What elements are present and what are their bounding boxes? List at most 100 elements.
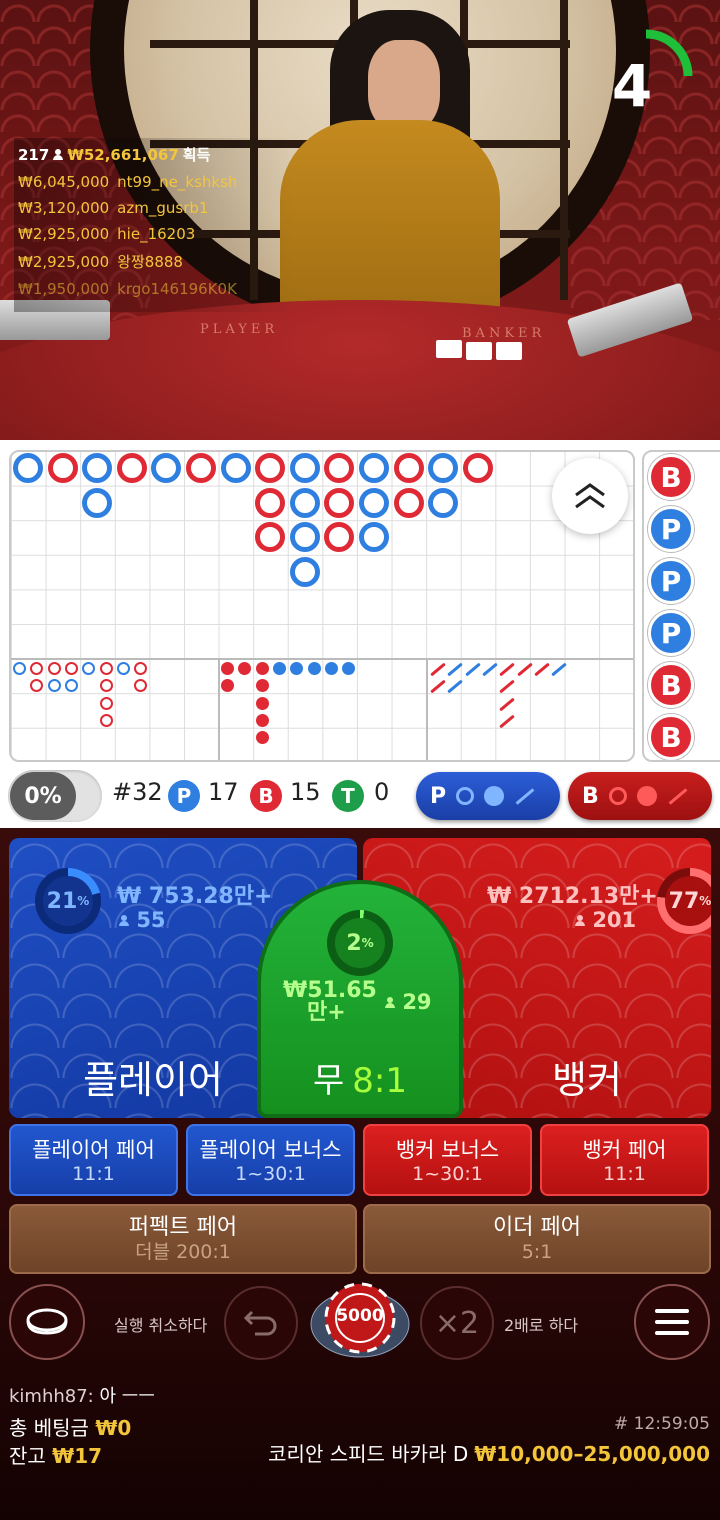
player-result-marker — [82, 453, 113, 483]
banker-result-marker — [324, 487, 355, 518]
bead-player: P — [648, 558, 694, 604]
cockroach-road-marker — [516, 662, 533, 677]
total-bet-value: ₩0 — [95, 1416, 132, 1440]
winners-header: 217 ₩52,661,067 획득 — [18, 144, 290, 165]
collapse-roads-button[interactable] — [552, 458, 628, 534]
player-result-marker — [289, 453, 320, 483]
cockroach-road-marker — [499, 714, 516, 729]
big-eye-marker — [47, 662, 61, 675]
banker-pair-label: 뱅커 페어 — [582, 1138, 667, 1162]
big-eye-marker — [99, 696, 113, 710]
banker-bonus-bet[interactable]: 뱅커 보너스 1~30:1 — [363, 1124, 532, 1196]
winner-amount: ₩3,120,000 — [18, 199, 110, 217]
player-result-marker — [289, 522, 320, 553]
banker-predict-button[interactable]: B — [568, 772, 712, 820]
player-bonus-label: 플레이어 보너스 — [199, 1138, 342, 1162]
banker-result-marker — [324, 522, 355, 553]
timer-seconds: 4 — [611, 52, 653, 120]
tie-bettors: 29 — [385, 990, 432, 1014]
player-predict-button[interactable]: P — [416, 772, 560, 820]
small-road-marker — [307, 662, 321, 675]
table-banker-label: BANKER — [462, 326, 546, 341]
undo-button[interactable] — [224, 1286, 298, 1360]
table-view-button[interactable] — [9, 1284, 85, 1360]
chip-selector[interactable]: 5000 — [310, 1282, 410, 1358]
winners-list: 217 ₩52,661,067 획득 ₩6,045,000 nt99_ne_ksh… — [14, 138, 294, 312]
either-pair-label: 이더 페어 — [493, 1215, 581, 1240]
player-count: 17 — [208, 778, 239, 806]
player-bonus-bet[interactable]: 플레이어 보너스 1~30:1 — [186, 1124, 355, 1196]
winners-suffix: 획득 — [182, 146, 211, 164]
big-eye-marker — [13, 662, 26, 675]
small-road-marker — [272, 662, 286, 675]
tie-bet-spot[interactable]: 2% ₩51.65 만+ 29 무 8:1 — [257, 880, 463, 1118]
banker-pair-bet[interactable]: 뱅커 페어 11:1 — [540, 1124, 709, 1196]
winner-row: ₩3,120,000 azm_gusrb1 — [18, 199, 290, 217]
winner-amount: ₩2,925,000 — [18, 253, 110, 271]
tie-percent-ring: 2% — [327, 910, 393, 976]
cockroach-road-marker — [430, 679, 446, 694]
cockroach-road-marker — [430, 662, 446, 677]
cockroach-road-marker — [447, 662, 464, 677]
big-eye-marker — [99, 679, 113, 693]
bead-player: P — [648, 610, 694, 656]
percent-toggle-knob: 0% — [10, 772, 76, 820]
bead-road[interactable]: BPPPBB — [642, 450, 720, 762]
percent-toggle[interactable]: 0% — [8, 770, 102, 822]
banker-result-marker — [47, 453, 78, 483]
winner-name: hie_16203 — [117, 225, 196, 243]
hamburger-menu-icon — [655, 1309, 689, 1335]
control-bar: 실행 취소하다 5000 ×2 2배로 하다 — [0, 1282, 720, 1366]
big-eye-marker — [82, 662, 96, 675]
banker-result-marker — [324, 453, 355, 483]
either-pair-bet[interactable]: 이더 페어 5:1 — [363, 1204, 711, 1274]
perfect-pair-bet[interactable]: 퍼펙트 페어 더블 200:1 — [9, 1204, 357, 1274]
bead-banker: B — [648, 454, 694, 500]
cockroach-road-marker — [499, 697, 516, 712]
banker-bonus-odds: 1~30:1 — [412, 1163, 483, 1185]
balance: 잔고 ₩17 — [9, 1444, 103, 1468]
player-pair-bet[interactable]: 플레이어 페어 11:1 — [9, 1124, 178, 1196]
winners-count: 217 — [18, 145, 50, 164]
dealt-card — [466, 342, 492, 360]
player-result-marker — [428, 453, 459, 483]
ring-icon — [608, 787, 627, 805]
winner-amount: ₩1,950,000 — [18, 280, 110, 298]
undo-label: 실행 취소하다 — [114, 1316, 208, 1335]
small-road-marker — [255, 696, 269, 710]
cockroach-road-marker — [533, 662, 550, 677]
cockroach-road-marker — [447, 679, 464, 694]
double-button[interactable]: ×2 — [420, 1286, 494, 1360]
game-time: # 12:59:05 — [614, 1414, 710, 1434]
person-icon — [385, 997, 395, 1009]
big-eye-marker — [134, 679, 148, 693]
menu-button[interactable] — [634, 1284, 710, 1360]
player-pair-odds: 11:1 — [72, 1163, 115, 1185]
either-pair-odds: 5:1 — [521, 1241, 553, 1263]
small-road-marker — [255, 662, 269, 675]
player-bonus-odds: 1~30:1 — [235, 1163, 306, 1185]
tie-count: 0 — [374, 778, 390, 806]
small-road-marker — [255, 731, 269, 745]
chat-user: kimhh87: — [9, 1386, 94, 1407]
big-eye-marker — [134, 662, 148, 675]
winner-name: 왕짱8888 — [117, 253, 183, 271]
winner-amount: ₩2,925,000 — [18, 225, 110, 243]
small-road-marker — [255, 713, 269, 727]
player-result-marker — [359, 522, 389, 553]
small-road-marker — [255, 679, 269, 693]
table-player-label: PLAYER — [200, 322, 279, 337]
round-number: #32 — [112, 778, 163, 806]
cockroach-road-marker — [482, 662, 498, 677]
cockroach-road-marker — [499, 679, 516, 694]
banker-count: 15 — [290, 778, 321, 806]
big-eye-marker — [30, 679, 44, 693]
dot-icon — [636, 786, 657, 806]
player-result-marker — [428, 487, 459, 518]
winners-total: ₩52,661,067 — [67, 145, 179, 164]
ring-icon — [456, 787, 475, 805]
cockroach-road-marker — [551, 662, 567, 677]
big-road[interactable] — [9, 450, 635, 762]
slash-icon — [668, 787, 688, 805]
small-road-marker — [342, 662, 356, 675]
